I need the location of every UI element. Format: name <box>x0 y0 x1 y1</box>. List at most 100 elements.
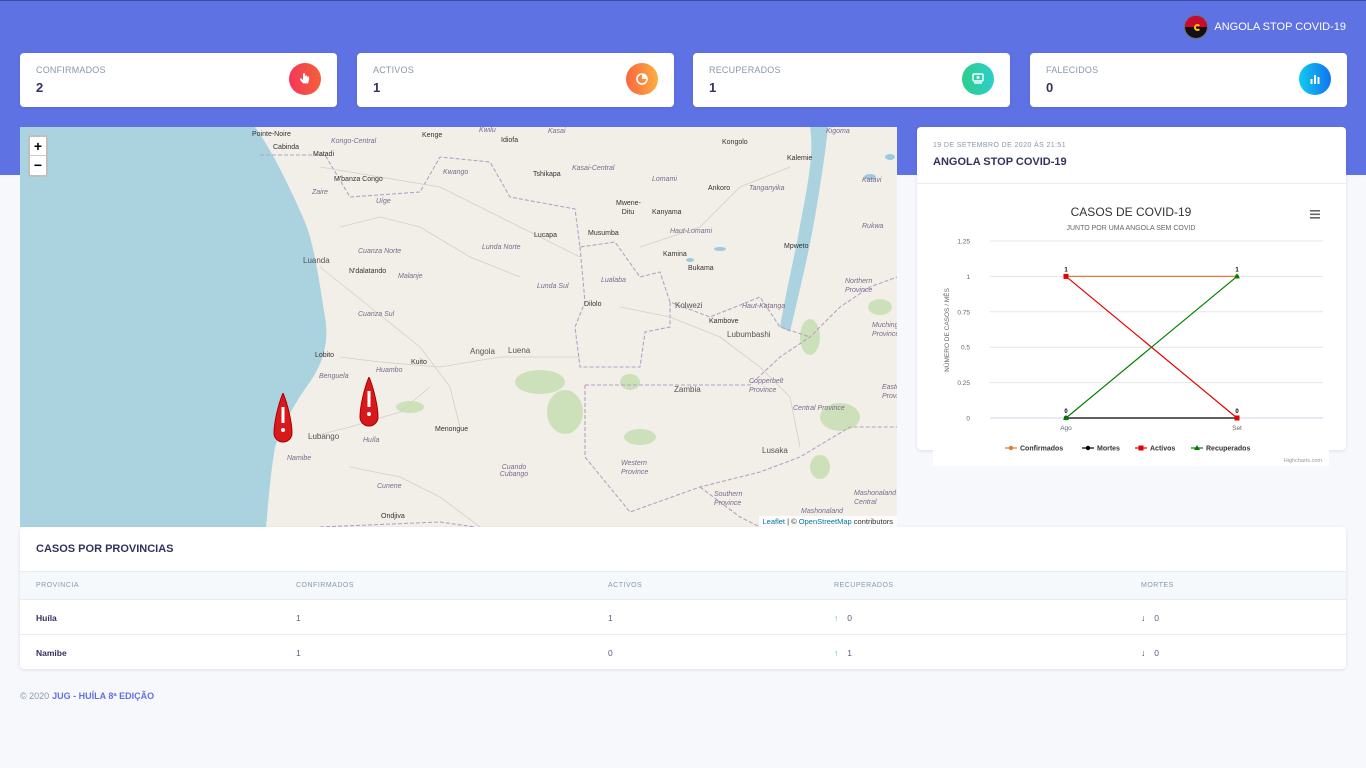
legend-marker <box>1138 445 1144 451</box>
data-point <box>1234 415 1240 421</box>
cell-mortes: 0 <box>1154 648 1159 658</box>
divider <box>917 183 1346 184</box>
map-label: Central Province <box>793 405 845 412</box>
map-label: Southern Province <box>714 491 743 507</box>
map-label: Copperbelt Province <box>749 378 784 394</box>
map-label: Ankoro <box>708 185 731 192</box>
map-label: Lucapa <box>534 232 557 239</box>
provinces-table: CASOS POR PROVINCIAS PROVINCIA CONFIRMAD… <box>20 527 1346 669</box>
col-recuperados[interactable]: RECUPERADOS <box>834 582 894 589</box>
data-label: 0 <box>1235 409 1239 415</box>
map-label: Cabinda <box>273 144 300 151</box>
map-label: Malanje <box>398 273 423 280</box>
map-label: Dilolo <box>584 301 602 308</box>
col-activos[interactable]: ACTIVOS <box>608 582 642 589</box>
map-label: Kambove <box>709 318 739 325</box>
map-label: Luanda <box>303 256 330 265</box>
osm-link[interactable]: OpenStreetMap <box>799 517 852 526</box>
legend-item[interactable]: Activos <box>1150 446 1175 453</box>
chart-svg: CASOS DE COVID-19 JUNTO POR UMA ANGOLA S… <box>942 205 1323 464</box>
cell-mortes: 0 <box>1154 613 1159 623</box>
legend-item[interactable]: Confirmados <box>1020 446 1063 453</box>
table-row: Namibe 1 0 ↑ 1 ↓ 0 <box>20 635 1346 670</box>
case-marker-huila[interactable] <box>358 377 380 429</box>
map-label: Luena <box>508 346 531 355</box>
map-label: Rukwa <box>862 223 884 230</box>
brand[interactable]: ANGOLA STOP COVID-19 <box>1184 15 1346 39</box>
chart-title: CASOS DE COVID-19 <box>1071 205 1192 219</box>
map-label: Mwene-Ditu <box>616 200 641 216</box>
col-confirmados[interactable]: CONFIRMADOS <box>296 582 354 589</box>
arrow-up-icon: ↑ <box>834 613 839 623</box>
chart-credits: Highcharts.com <box>1284 458 1323 464</box>
legend-item[interactable]: Recuperados <box>1206 446 1250 453</box>
data-label: 1 <box>1235 267 1239 273</box>
map-label: Lunda Sul <box>537 283 569 290</box>
chart-card-title: ANGOLA STOP COVID-19 <box>933 156 1067 168</box>
pie-chart-icon <box>626 63 658 95</box>
stat-title: RECUPERADOS <box>709 65 781 75</box>
attribution-suffix: contributors <box>851 517 893 526</box>
arrow-down-icon: ↓ <box>1141 613 1146 623</box>
map-label: Cuanza Sul <box>358 311 395 318</box>
legend-item[interactable]: Mortes <box>1097 446 1120 453</box>
chart-date: 19 DE SETEMBRO DE 2020 ÀS 21:51 <box>933 142 1067 149</box>
chart-subtitle: JUNTO POR UMA ANGOLA SEM COVID <box>1066 225 1195 232</box>
map-label: Tshikapa <box>533 171 561 178</box>
cell-recuperados: 0 <box>847 613 852 623</box>
map-label: Haut-Lomami <box>670 228 713 235</box>
zoom-in-button[interactable]: + <box>30 137 46 156</box>
map-label: Kigoma <box>826 128 850 135</box>
map-label: Kongolo <box>722 139 748 146</box>
map-label: Uíge <box>376 198 391 205</box>
map-label: Huíla <box>363 437 380 444</box>
map-label: Kamina <box>663 251 687 258</box>
cases-map[interactable]: + − Pointe-Noire Cabinda Matadi M'banza … <box>20 127 897 527</box>
map-label: Matadi <box>313 151 335 158</box>
leaflet-link[interactable]: Leaflet <box>763 517 786 526</box>
table-title: CASOS POR PROVINCIAS <box>36 543 174 555</box>
map-label: Ondjiva <box>381 513 405 520</box>
map-label: Mashonaland Central <box>854 490 897 506</box>
cell-activos: 1 <box>608 613 613 623</box>
map-label: Northern Province <box>845 278 873 294</box>
footer-link[interactable]: JUG - HUÍLA 8ª EDIÇÃO <box>52 691 154 701</box>
attribution-sep: | © <box>785 517 799 526</box>
cell-confirmados: 1 <box>296 613 301 623</box>
case-marker-namibe[interactable] <box>272 393 294 445</box>
map-label: Kuito <box>411 359 427 366</box>
covid-line-chart: CASOS DE COVID-19 JUNTO POR UMA ANGOLA S… <box>933 190 1329 466</box>
stat-value: 2 <box>36 80 44 95</box>
y-tick-label: 0 <box>966 416 970 423</box>
data-label: 1 <box>1064 267 1068 273</box>
zoom-out-button[interactable]: − <box>30 156 46 175</box>
map-label: Lomami <box>652 176 677 183</box>
stat-title: FALECIDOS <box>1046 65 1099 75</box>
map-label: Namibe <box>287 455 312 462</box>
legend-marker <box>1085 445 1091 451</box>
map-label: Lubango <box>308 432 340 441</box>
col-mortes[interactable]: MORTES <box>1141 582 1174 589</box>
x-tick-label: Set <box>1232 425 1242 432</box>
chart-menu-icon[interactable] <box>1310 210 1320 219</box>
map-label: Lobito <box>315 352 335 359</box>
map-label: Cuando Cubango <box>499 464 529 478</box>
map-label: Tanganyika <box>749 185 785 192</box>
map-label: Eastern Province <box>882 384 897 400</box>
map-label: Kongo-Central <box>331 138 377 145</box>
map-label: Musumba <box>588 230 619 237</box>
map-label: Menongue <box>435 426 469 433</box>
footer: © 2020 JUG - HUÍLA 8ª EDIÇÃO <box>20 691 154 701</box>
map-label: Haut-Katanga <box>742 303 786 310</box>
y-tick-label: 0.75 <box>957 309 970 316</box>
col-provincia[interactable]: PROVINCIA <box>36 582 79 589</box>
bar-chart-icon <box>1299 63 1331 95</box>
brand-label: ANGOLA STOP COVID-19 <box>1214 21 1346 33</box>
map-label: N'dalatando <box>349 268 387 275</box>
map-label: Kalemie <box>787 155 813 162</box>
map-label: Kenge <box>422 132 443 139</box>
map-label: Kasai <box>548 128 566 135</box>
angola-flag-icon <box>1184 15 1209 39</box>
table-row: Huíla 1 1 ↑ 0 ↓ 0 <box>20 600 1346 635</box>
y-axis-label: NÚMERO DE CASOS / MÊS <box>942 287 951 371</box>
